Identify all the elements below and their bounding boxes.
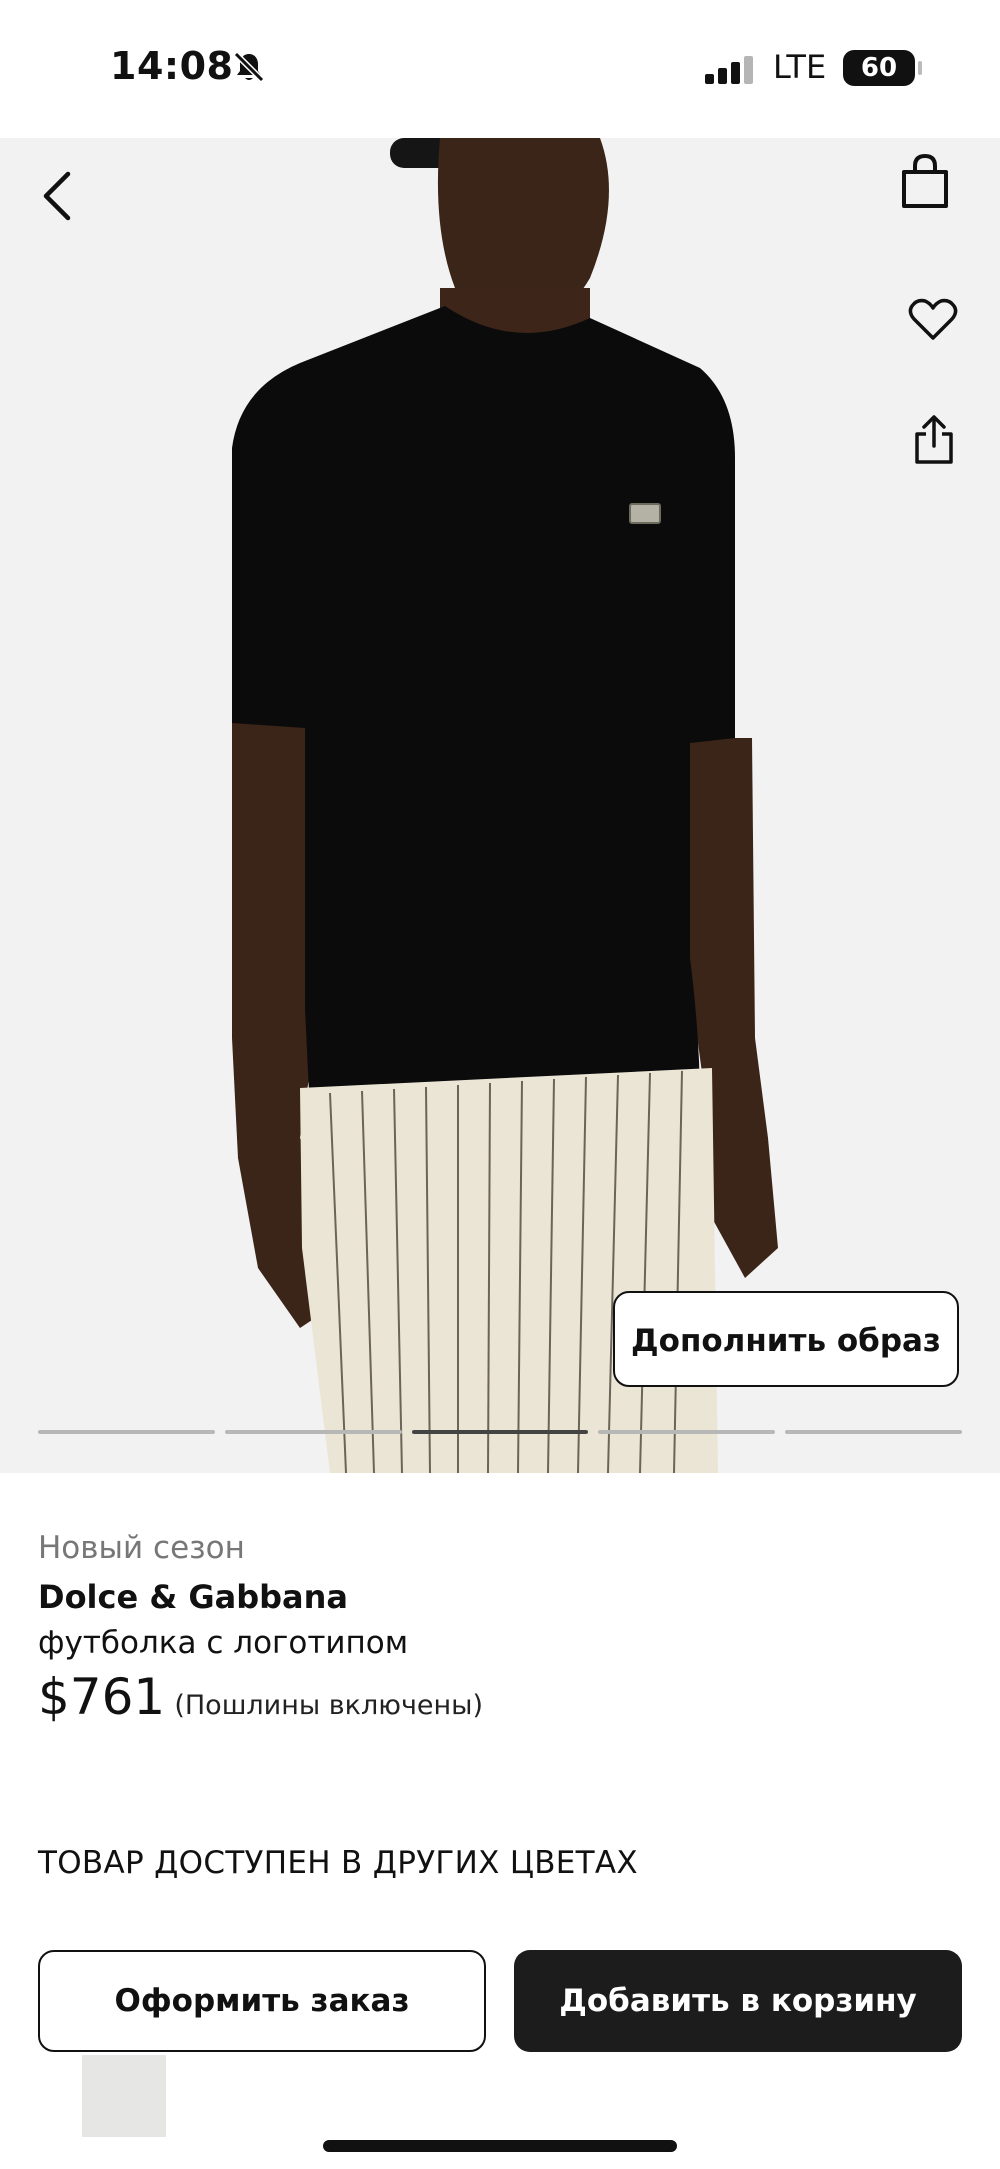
- favorite-button[interactable]: [908, 296, 958, 346]
- share-icon: [915, 415, 953, 464]
- signal-icon: [705, 56, 757, 88]
- complete-look-button[interactable]: Дополнить образ: [613, 1291, 959, 1387]
- heart-icon: [908, 298, 958, 340]
- add-to-cart-button[interactable]: Добавить в корзину: [514, 1950, 962, 2052]
- pager-dot[interactable]: [38, 1430, 215, 1434]
- back-button[interactable]: [38, 168, 78, 228]
- status-bar: 14:08 LTE 60: [0, 0, 1000, 138]
- pager-dot[interactable]: [785, 1430, 962, 1434]
- battery-level: 60: [843, 50, 915, 86]
- product-name: футболка с логотипом: [38, 1625, 409, 1661]
- image-pager[interactable]: [38, 1430, 962, 1434]
- status-time: 14:08: [110, 44, 234, 88]
- share-button[interactable]: [912, 414, 956, 470]
- network-type: LTE: [773, 48, 827, 86]
- price: $761: [38, 1668, 166, 1726]
- product-image-gallery[interactable]: Дополнить образ: [0, 138, 1000, 1473]
- brand-name[interactable]: Dolce & Gabbana: [38, 1578, 348, 1616]
- pager-dot-active[interactable]: [411, 1430, 589, 1434]
- pager-dot[interactable]: [224, 1430, 402, 1434]
- bag-icon: [902, 153, 948, 208]
- checkout-button[interactable]: Оформить заказ: [38, 1950, 486, 2052]
- home-indicator[interactable]: [323, 2140, 677, 2152]
- price-row: $761 (Пошлины включены): [38, 1668, 483, 1726]
- back-icon: [43, 171, 71, 221]
- bag-button[interactable]: [898, 153, 952, 215]
- season-label: Новый сезон: [38, 1530, 245, 1566]
- other-colors-heading: ТОВАР ДОСТУПЕН В ДРУГИХ ЦВЕТАХ: [38, 1845, 638, 1881]
- battery-tip: [918, 61, 922, 75]
- duties-note: (Пошлины включены): [174, 1690, 484, 1721]
- color-swatch[interactable]: [82, 2055, 166, 2137]
- product-photo: [0, 138, 1000, 1473]
- bell-off-icon: [232, 50, 266, 88]
- pager-dot[interactable]: [598, 1430, 776, 1434]
